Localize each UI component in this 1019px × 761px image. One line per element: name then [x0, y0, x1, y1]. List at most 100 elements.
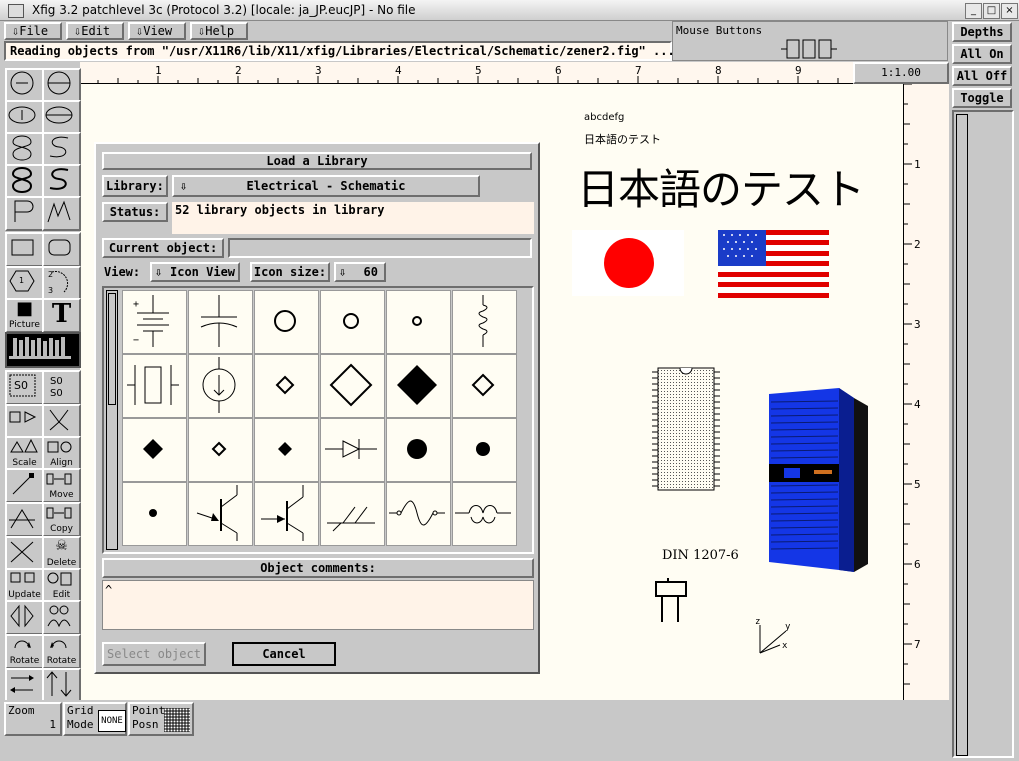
library-item-dot-medium[interactable] [452, 418, 517, 482]
library-item-crystal[interactable] [122, 354, 187, 418]
axes-indicator[interactable]: z y x [752, 617, 794, 657]
minimize-button[interactable]: _ [965, 3, 982, 19]
move-tool[interactable]: Move [42, 468, 81, 503]
scrollbar-thumb[interactable] [108, 293, 116, 405]
compound-tool[interactable]: S0 [5, 370, 44, 405]
polyline-tool[interactable] [42, 196, 81, 231]
group-tool[interactable] [42, 600, 81, 635]
circle-radius-tool[interactable] [5, 68, 44, 103]
align-tool[interactable]: Align [42, 436, 81, 471]
library-item-fuse[interactable] [386, 482, 451, 546]
flip-vertical-tool[interactable] [42, 404, 81, 439]
closed-interp-spline-tool[interactable] [5, 164, 44, 199]
convert-tool[interactable] [5, 668, 44, 703]
window-menu-icon[interactable] [8, 4, 24, 18]
library-item-circle-small[interactable] [386, 290, 451, 354]
object-comments-field[interactable]: ^ [102, 580, 534, 630]
library-item-circle-large[interactable] [254, 290, 319, 354]
ic-chip[interactable] [652, 364, 720, 492]
text-tool[interactable]: T [42, 298, 81, 333]
regular-polygon-tool[interactable]: 1 [5, 266, 44, 301]
library-item-diamond-tiny[interactable] [188, 418, 253, 482]
library-item-dot-small[interactable] [122, 482, 187, 546]
mirror-tool[interactable] [5, 600, 44, 635]
ruler-label: 2 [914, 238, 921, 251]
transistor-icon [196, 485, 238, 541]
library-icon-grid[interactable]: + − [102, 286, 534, 554]
select-object-button[interactable]: Select object [102, 642, 206, 666]
rotate-ccw-tool[interactable]: Rotate [42, 634, 81, 669]
menu-view[interactable]: ⇩View [128, 22, 186, 40]
library-item-diamond-filled-medium[interactable] [122, 418, 187, 482]
zoom-control[interactable]: Zoom 1 [4, 702, 62, 736]
arrowhead-tool[interactable] [42, 668, 81, 703]
scale-tool[interactable]: Scale [5, 436, 44, 471]
closed-spline-tool[interactable] [5, 132, 44, 167]
japan-flag[interactable] [572, 230, 684, 296]
library-select[interactable]: ⇩ Electrical - Schematic [172, 175, 480, 197]
library-item-diamond-medium[interactable] [452, 354, 517, 418]
break-compound-tool[interactable]: S0 S0 [42, 370, 81, 405]
ellipse-diameter-tool[interactable] [42, 100, 81, 135]
library-item-circle-medium[interactable] [320, 290, 385, 354]
library-item-transformer[interactable] [452, 482, 517, 546]
depths-toggle-button[interactable]: Toggle [952, 88, 1012, 108]
library-item-dot-large[interactable] [386, 418, 451, 482]
menu-help[interactable]: ⇩Help [190, 22, 248, 40]
din-label[interactable]: DIN 1207-6 [662, 548, 739, 563]
circle-diameter-tool[interactable] [42, 68, 81, 103]
delete-point-tool[interactable] [5, 536, 44, 571]
close-button[interactable]: × [1001, 3, 1018, 19]
icon-size-select[interactable]: ⇩ 60 [334, 262, 386, 282]
library-item-inductor[interactable] [452, 290, 517, 354]
depths-all-on-button[interactable]: All On [952, 44, 1012, 64]
library-item-diamond-large[interactable] [320, 354, 385, 418]
menu-file[interactable]: ⇩File [4, 22, 62, 40]
library-item-diode[interactable] [320, 418, 385, 482]
scale-icon [10, 438, 38, 453]
ellipse-radius-tool[interactable] [5, 100, 44, 135]
arc-tool[interactable]: 23 [42, 266, 81, 301]
library-item-ground[interactable] [320, 482, 385, 546]
library-item-capacitor[interactable] [188, 290, 253, 354]
library-item-diamond-filled-small[interactable] [254, 418, 319, 482]
open-spline-tool[interactable] [42, 132, 81, 167]
grid-scrollbar[interactable] [106, 290, 118, 550]
library-item-current-source[interactable] [188, 354, 253, 418]
box-tool[interactable] [5, 232, 44, 267]
copy-tool[interactable]: Copy [42, 502, 81, 537]
depths-all-off-button[interactable]: All Off [952, 66, 1012, 86]
move-point-tool[interactable] [5, 468, 44, 503]
menu-edit[interactable]: ⇩Edit [66, 22, 124, 40]
arc-box-tool[interactable] [42, 232, 81, 267]
flip-horizontal-tool[interactable] [5, 404, 44, 439]
cancel-button[interactable]: Cancel [232, 642, 336, 666]
library-item-diamond-filled-large[interactable] [386, 354, 451, 418]
us-flag[interactable] [718, 230, 829, 298]
library-item-transistor-npn[interactable] [254, 482, 319, 546]
depths-list[interactable] [952, 110, 1014, 758]
server-tower[interactable] [764, 384, 874, 574]
canvas-text-abcdefg[interactable]: abcdefg [584, 112, 624, 123]
picture-tool[interactable]: ■ Picture [5, 298, 44, 333]
view-select[interactable]: ⇩ Icon View [150, 262, 240, 282]
library-item-transistor-pnp[interactable] [188, 482, 253, 546]
point-position-control[interactable]: Point Posn [128, 702, 194, 736]
update-tool[interactable]: Update [5, 568, 44, 603]
delete-tool[interactable]: ☠ Delete [42, 536, 81, 571]
depths-scrollbar[interactable] [956, 114, 968, 756]
canvas-text-japanese-small[interactable]: 日本語のテスト [584, 131, 661, 147]
library-tool[interactable] [5, 332, 81, 368]
maximize-button[interactable]: □ [983, 3, 1000, 19]
canvas-text-japanese-large[interactable]: 日本語のテスト [577, 156, 865, 217]
open-interp-spline-tool[interactable] [42, 164, 81, 199]
add-point-tool[interactable] [5, 502, 44, 537]
library-item-diamond-small[interactable] [254, 354, 319, 418]
library-item-battery[interactable]: + − [122, 290, 187, 354]
din-connector[interactable] [652, 578, 692, 626]
rotate-cw-tool[interactable]: Rotate [5, 634, 44, 669]
units-indicator[interactable]: 1:1.00 [853, 62, 949, 84]
edit-tool[interactable]: Edit [42, 568, 81, 603]
polygon-tool[interactable] [5, 196, 44, 231]
grid-mode-control[interactable]: Grid Mode NONE [63, 702, 127, 736]
